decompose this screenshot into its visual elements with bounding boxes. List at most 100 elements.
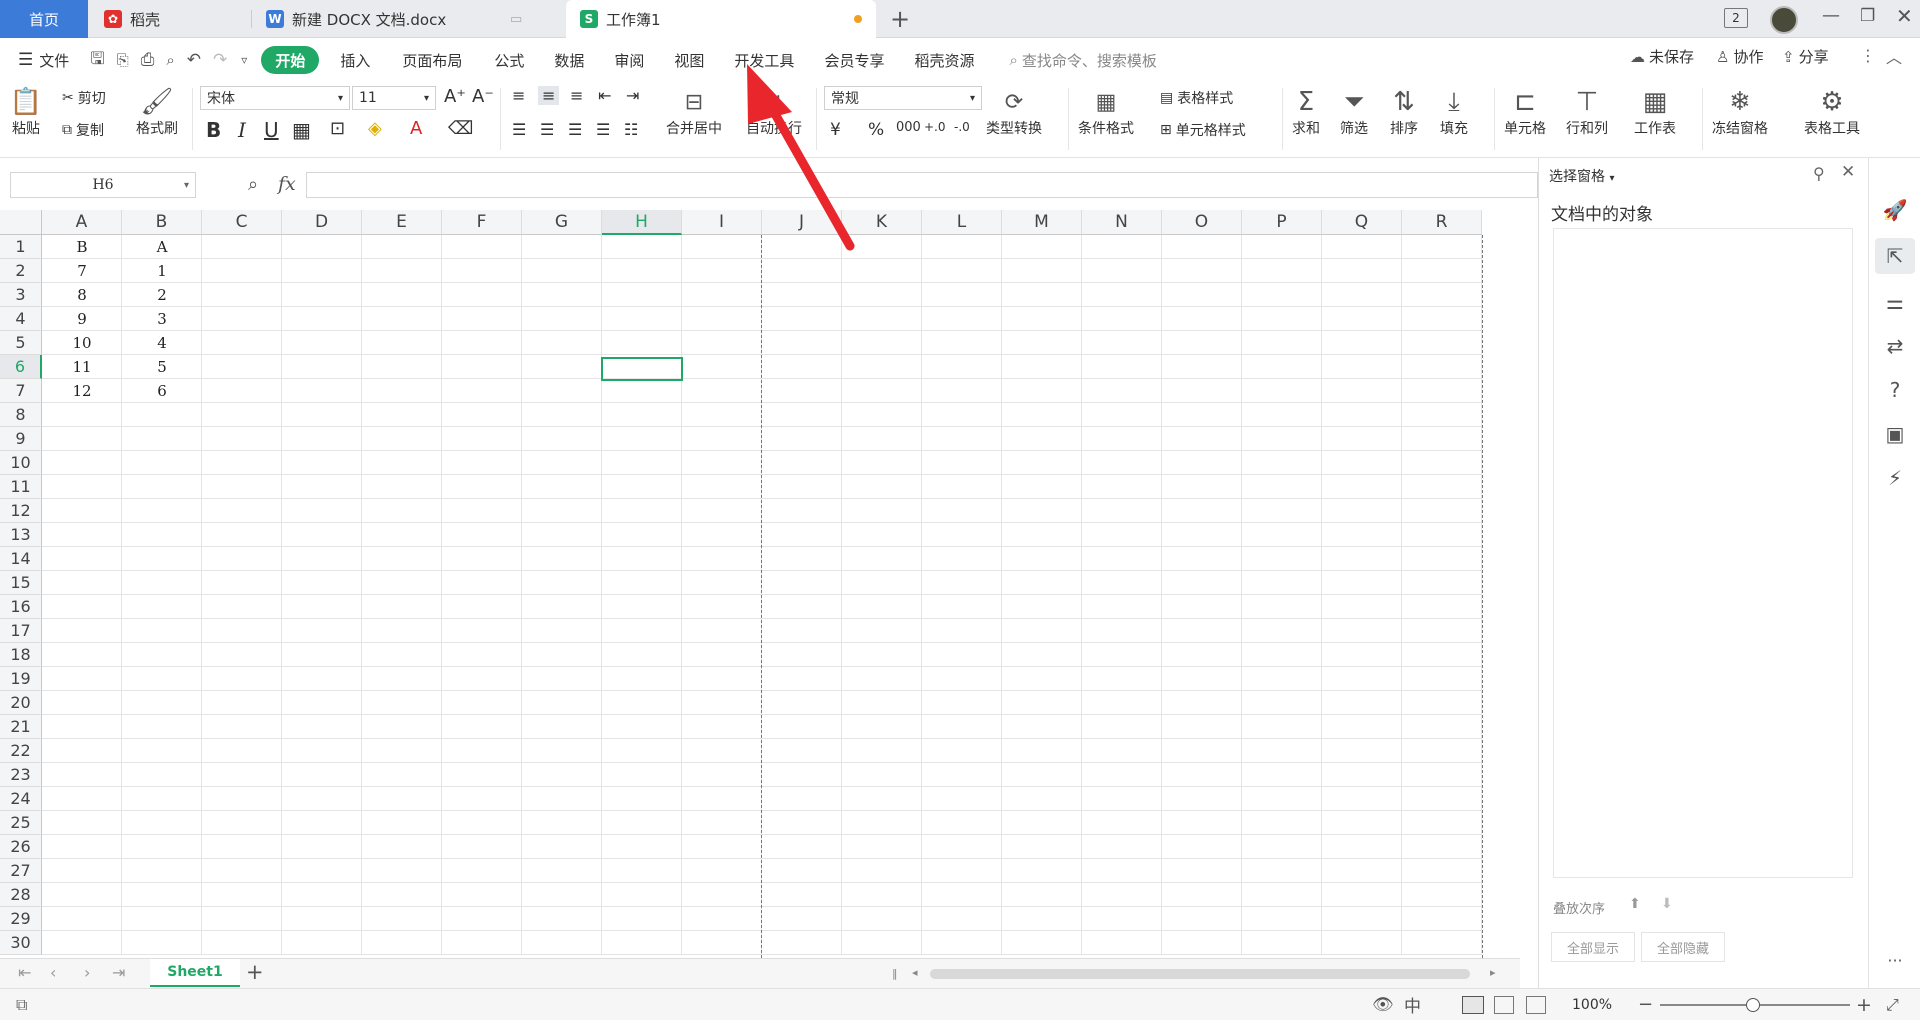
row-header[interactable]: 9 [0, 427, 42, 451]
row-header[interactable]: 13 [0, 523, 42, 547]
align-top-icon[interactable]: ≡ [512, 86, 525, 105]
zoom-out-icon[interactable]: − [1638, 994, 1653, 1015]
unsaved-button[interactable]: ☁ 未保存 [1630, 46, 1694, 67]
cell-button[interactable]: ⊏ 单元格 [1504, 86, 1546, 138]
cursor-select-icon[interactable]: ⇱ [1883, 244, 1907, 268]
share-button[interactable]: ⇪ 分享 [1782, 46, 1829, 67]
column-header[interactable]: J [762, 210, 842, 235]
macro-record-icon[interactable]: ⧉ [16, 995, 27, 1015]
table-cell[interactable]: A [122, 235, 202, 259]
save-icon[interactable]: 🖫 [84, 46, 110, 74]
percent-icon[interactable]: % [868, 120, 884, 140]
column-header[interactable]: C [202, 210, 282, 235]
minimize-icon[interactable]: — [1822, 5, 1840, 26]
menu-daoke-resources[interactable]: 稻壳资源 [899, 46, 989, 74]
select-all-corner[interactable] [0, 210, 42, 235]
last-sheet-icon[interactable]: ⇥ [112, 963, 125, 982]
command-search[interactable]: ⌕ 查找命令、搜索模板 [989, 46, 1171, 74]
column-header[interactable]: B [122, 210, 202, 235]
move-down-icon[interactable]: ⬇ [1661, 896, 1673, 912]
menu-formula[interactable]: 公式 [479, 46, 539, 74]
quick-access-dropdown-icon[interactable]: ▿ [233, 46, 255, 74]
column-header[interactable]: H [602, 210, 682, 235]
table-style-button[interactable]: ▤ 表格样式 [1160, 88, 1233, 108]
zoom-formula-icon[interactable]: ⌕ [248, 174, 258, 195]
fill-button[interactable]: ⤓ 填充 [1438, 86, 1470, 138]
pin-icon[interactable]: ⚲ [1813, 164, 1825, 183]
wrap-text-button[interactable]: ↵ 自动换行 [746, 86, 802, 138]
collab-button[interactable]: ♙ 协作 [1716, 46, 1763, 67]
menu-developer[interactable]: 开发工具 [719, 46, 809, 74]
row-header[interactable]: 22 [0, 739, 42, 763]
page-break-view-icon[interactable] [1526, 995, 1546, 1014]
table-cell[interactable]: B [42, 235, 122, 259]
increase-indent-icon[interactable]: ⇥ [626, 86, 639, 105]
justify-icon[interactable]: ☰ [596, 120, 610, 139]
adjust-icon[interactable]: ⚌ [1883, 290, 1907, 314]
format-cells-icon[interactable]: ⊡ [330, 118, 345, 139]
tab-home[interactable]: 首页 [0, 0, 88, 38]
column-header[interactable]: K [842, 210, 922, 235]
close-pane-icon[interactable]: ✕ [1841, 162, 1855, 182]
row-col-button[interactable]: ⊤ 行和列 [1566, 86, 1608, 138]
column-header[interactable]: P [1242, 210, 1322, 235]
name-box[interactable]: H6 ▾ [10, 172, 196, 198]
redo-icon[interactable]: ↷ [207, 46, 233, 74]
table-cell[interactable]: 4 [122, 331, 202, 355]
row-header[interactable]: 29 [0, 907, 42, 931]
prev-sheet-icon[interactable]: ‹ [50, 963, 56, 982]
more-icon[interactable]: ⋮ [1860, 46, 1876, 65]
menu-review[interactable]: 审阅 [599, 46, 659, 74]
align-center-icon[interactable]: ☰ [540, 120, 554, 139]
zoom-slider-thumb[interactable] [1746, 998, 1760, 1012]
page-layout-view-icon[interactable] [1494, 995, 1514, 1014]
menu-page-layout[interactable]: 页面布局 [385, 46, 479, 74]
column-header[interactable]: I [682, 210, 762, 235]
row-header[interactable]: 10 [0, 451, 42, 475]
sheet-tab-sheet1[interactable]: Sheet1 [150, 959, 240, 987]
tab-document[interactable]: W 新建 DOCX 文档.docx ▭ [252, 0, 562, 38]
menu-data[interactable]: 数据 [539, 46, 599, 74]
menu-member[interactable]: 会员专享 [809, 46, 899, 74]
rocket-icon[interactable]: 🚀 [1883, 198, 1908, 222]
row-header[interactable]: 16 [0, 595, 42, 619]
row-header[interactable]: 24 [0, 787, 42, 811]
active-cell-h6[interactable] [601, 357, 683, 381]
lightning-icon[interactable]: ⚡ [1883, 466, 1907, 490]
row-header[interactable]: 1 [0, 235, 42, 259]
font-name-select[interactable]: 宋体 ▾ [200, 86, 350, 110]
column-header[interactable]: D [282, 210, 362, 235]
copy-button[interactable]: ⧉ 复制 [62, 120, 104, 140]
transform-icon[interactable]: ⇄ [1883, 334, 1907, 358]
align-left-icon[interactable]: ☰ [512, 120, 526, 139]
thousands-icon[interactable]: 000 [896, 120, 921, 135]
row-header[interactable]: 25 [0, 811, 42, 835]
row-header[interactable]: 23 [0, 763, 42, 787]
row-header[interactable]: 4 [0, 307, 42, 331]
more-dots-icon[interactable]: ··· [1883, 948, 1907, 972]
underline-button[interactable]: U [264, 118, 279, 142]
horizontal-scroll-thumb[interactable] [930, 969, 1470, 979]
bold-button[interactable]: B [206, 118, 221, 142]
row-header[interactable]: 28 [0, 883, 42, 907]
table-cell[interactable]: 9 [42, 307, 122, 331]
close-window-icon[interactable]: ✕ [1896, 4, 1913, 28]
table-cell[interactable]: 1 [122, 259, 202, 283]
fill-color-icon[interactable]: ◈ [368, 118, 382, 139]
type-convert-button[interactable]: ⟳ 类型转换 [986, 86, 1042, 138]
file-menu[interactable]: ☰ 文件 [0, 46, 84, 74]
increase-decimal-icon[interactable]: +.0 [924, 120, 946, 134]
fullscreen-icon[interactable]: ⤢ [1886, 995, 1899, 1015]
formula-input[interactable] [306, 172, 1538, 198]
conditional-format-button[interactable]: ▦ 条件格式 [1078, 86, 1134, 138]
row-header[interactable]: 6 [0, 355, 42, 379]
table-cell[interactable]: 6 [122, 379, 202, 403]
spreadsheet-grid[interactable]: ABCDEFGHIJKLMNOPQR 1 2 3 4 5 6 7 8 9 10 11 12 13 14 15… [0, 210, 1520, 958]
next-sheet-icon[interactable]: › [84, 963, 90, 982]
italic-button[interactable]: I [238, 118, 246, 142]
align-bottom-icon[interactable]: ≡ [570, 86, 583, 105]
collapse-ribbon-icon[interactable]: ︿ [1886, 44, 1902, 68]
fx-icon[interactable]: fx [278, 173, 296, 195]
table-cell[interactable]: 7 [42, 259, 122, 283]
menu-view[interactable]: 视图 [659, 46, 719, 74]
